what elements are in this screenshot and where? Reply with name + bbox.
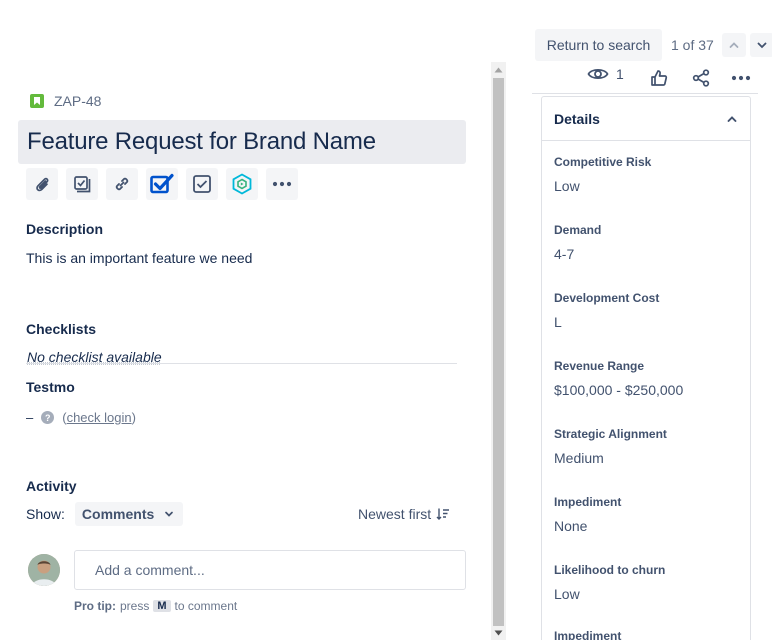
sort-order-button[interactable]: Newest first (358, 506, 450, 522)
watch-button[interactable]: 1 (587, 66, 624, 82)
field-label: Likelihood to churn (554, 563, 666, 577)
story-icon (30, 94, 44, 108)
field-strategic-alignment: Strategic Alignment Medium (554, 427, 667, 466)
field-label: Impediment (554, 495, 622, 509)
next-issue-button[interactable] (750, 33, 772, 57)
checklist-button[interactable] (146, 168, 178, 200)
watch-count: 1 (616, 66, 624, 82)
activity-heading: Activity (26, 478, 77, 494)
help-icon: ? (41, 411, 55, 424)
check-login-link[interactable]: check login (67, 410, 132, 425)
pro-tip-press: press (120, 599, 150, 613)
more-apps-button[interactable] (266, 168, 298, 200)
checkbox-icon (193, 175, 211, 193)
add-child-button[interactable] (66, 168, 98, 200)
pro-tip-label: Pro tip: (74, 599, 116, 613)
main-scrollbar[interactable] (491, 62, 506, 640)
details-header[interactable]: Details (542, 97, 750, 141)
chevron-up-icon (729, 42, 739, 48)
share-button[interactable] (689, 66, 713, 90)
page-title: Feature Request for Brand Name (27, 128, 376, 155)
issue-key-label: ZAP-48 (54, 93, 102, 109)
field-value[interactable]: $100,000 - $250,000 (554, 382, 683, 398)
pro-tip: Pro tip: press M to comment (74, 599, 237, 613)
field-label: Competitive Risk (554, 155, 652, 169)
field-development-cost: Development Cost L (554, 291, 659, 330)
field-value[interactable]: None (554, 518, 621, 534)
attach-button[interactable] (26, 168, 58, 200)
sort-icon (436, 508, 450, 520)
field-label: Development Cost (554, 291, 660, 305)
issue-title[interactable]: Feature Request for Brand Name (18, 120, 466, 164)
divider (26, 363, 457, 364)
vote-button[interactable] (647, 66, 671, 90)
field-value[interactable]: L (554, 314, 659, 330)
task-checkbox-button[interactable] (186, 168, 218, 200)
activity-filter-select[interactable]: Comments (74, 502, 183, 526)
testmo-dash: – (26, 410, 34, 425)
field-label: Strategic Alignment (554, 427, 667, 441)
field-value[interactable]: 4-7 (554, 246, 601, 262)
thumbs-up-icon (651, 70, 668, 86)
shortcut-key: M (153, 600, 171, 612)
more-actions-button[interactable] (729, 66, 753, 90)
description-heading: Description (26, 221, 104, 237)
close-paren: ) (131, 410, 136, 425)
chevron-down-icon (165, 511, 174, 517)
issue-key[interactable]: ZAP-48 (30, 93, 101, 109)
more-icon (731, 75, 751, 81)
field-value[interactable]: Low (554, 586, 665, 602)
field-demand: Demand 4-7 (554, 223, 601, 262)
field-label: Revenue Range (554, 359, 645, 373)
eye-icon (587, 68, 609, 80)
activity-filter-value: Comments (81, 506, 155, 522)
details-title: Details (554, 110, 600, 127)
checklists-heading: Checklists (26, 321, 97, 337)
share-icon (692, 69, 710, 87)
avatar[interactable] (28, 554, 60, 586)
panel-divider (532, 93, 758, 94)
scroll-up-arrow[interactable] (494, 65, 503, 74)
testmo-status: – ? (check login) (26, 410, 136, 425)
details-panel: Details Competitive Risk Low Demand 4-7 … (541, 96, 751, 640)
testmo-app-button[interactable] (226, 168, 258, 200)
testmo-check-login: (check login) (62, 410, 136, 425)
scrollbar-thumb[interactable] (493, 78, 504, 626)
field-label: Impediment (554, 629, 622, 640)
field-label: Demand (554, 223, 602, 237)
field-value[interactable]: Medium (554, 450, 667, 466)
description-text[interactable]: This is an important feature we need (26, 250, 252, 266)
field-value[interactable]: Low (554, 178, 651, 194)
sort-order-label: Newest first (358, 506, 432, 522)
comment-input[interactable]: Add a comment... (74, 550, 466, 590)
pro-tip-suffix: to comment (174, 599, 238, 613)
issue-actions (26, 168, 298, 200)
field-likelihood-to-churn: Likelihood to churn Low (554, 563, 665, 602)
scroll-down-arrow[interactable] (494, 628, 503, 637)
attachment-icon (36, 177, 49, 192)
link-issue-button[interactable] (106, 168, 138, 200)
checklist-icon (150, 173, 174, 194)
activity-filter: Show: Comments (26, 502, 183, 526)
testmo-heading: Testmo (26, 379, 75, 395)
show-label: Show: (26, 506, 65, 522)
return-to-search-button[interactable]: Return to search (535, 29, 662, 61)
chevron-down-icon (757, 42, 767, 49)
field-competitive-risk: Competitive Risk Low (554, 155, 651, 194)
more-icon (272, 181, 292, 187)
field-impediment: Impediment None (554, 495, 621, 534)
field-revenue-range: Revenue Range $100,000 - $250,000 (554, 359, 683, 398)
app-icon (232, 173, 252, 195)
issue-pager: 1 of 37 (671, 37, 714, 53)
link-icon (115, 177, 129, 191)
subtask-icon (74, 176, 91, 193)
chevron-up-icon (727, 115, 737, 122)
field-impediment-2: Impediment (554, 629, 621, 640)
previous-issue-button[interactable] (722, 33, 746, 57)
